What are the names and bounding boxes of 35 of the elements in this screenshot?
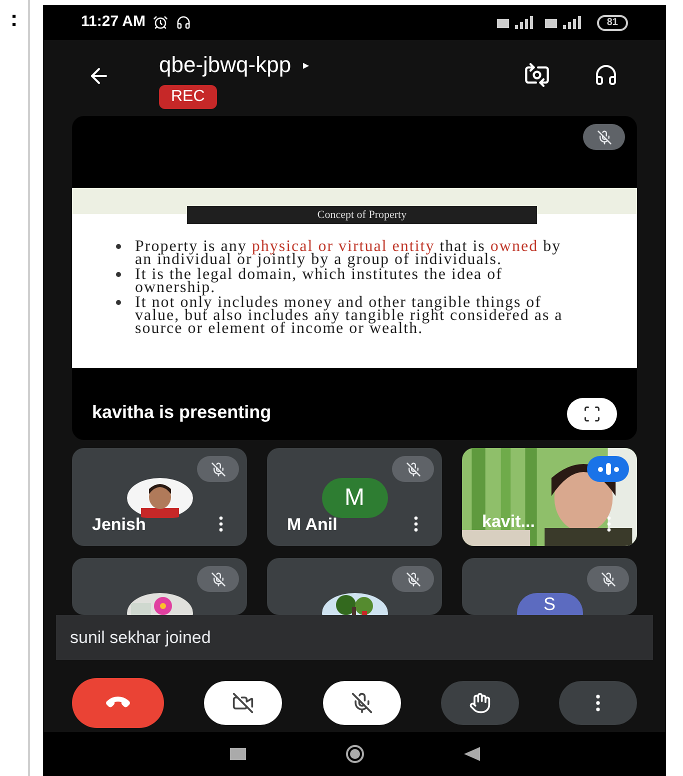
alarm-icon	[153, 15, 168, 30]
join-toast: sunil sekhar joined	[56, 615, 653, 660]
back-nav-icon[interactable]	[464, 747, 480, 761]
avatar: S	[516, 593, 582, 615]
camera-toggle-button[interactable]	[204, 681, 282, 725]
recents-icon[interactable]	[230, 748, 246, 760]
slide-bullet: It is the legal domain, which institutes the idea of ownership.	[135, 268, 502, 294]
meeting-title[interactable]: qbe-jbwq-kpp	[159, 48, 292, 81]
raise-hand-button[interactable]	[440, 681, 519, 725]
presenting-caption: kavitha is presenting	[92, 401, 272, 424]
hand-icon[interactable]	[468, 692, 491, 714]
bullet-icon	[116, 300, 121, 305]
slide-bullet: Property is any physical or virtual entity that is owned by an individual or jointly by a group of individuals.	[135, 240, 562, 266]
fullscreen-icon[interactable]	[583, 405, 601, 423]
rec-badge: REC	[159, 85, 217, 109]
fullscreen-button[interactable]	[567, 398, 617, 430]
slide-bullet: It not only includes money and other tangible things of value, but also includes any tangible right considered as a source or element of income or wealth.	[135, 296, 564, 335]
end-call-button[interactable]	[72, 678, 164, 728]
battery-indicator: 81	[596, 14, 628, 30]
mic-off-icon[interactable]	[350, 692, 372, 714]
mic-toggle-button[interactable]	[322, 681, 400, 725]
side-mark: :	[10, 8, 18, 33]
headset-icon	[176, 15, 192, 30]
caret-icon[interactable]: ▸	[303, 56, 310, 74]
participant-name: kavit...	[482, 510, 535, 532]
status-time: 11:27 AM	[81, 12, 146, 32]
slide-title: Concept of Property	[187, 206, 537, 224]
avatar: M	[322, 478, 388, 518]
home-icon[interactable]	[346, 745, 364, 763]
camera-off-icon[interactable]	[232, 692, 254, 714]
bullet-icon	[116, 244, 121, 249]
switch-camera-icon[interactable]	[524, 62, 550, 88]
headphones-icon[interactable]	[594, 63, 618, 87]
bullet-icon	[116, 272, 121, 277]
participant-name: Jenish	[92, 514, 146, 536]
